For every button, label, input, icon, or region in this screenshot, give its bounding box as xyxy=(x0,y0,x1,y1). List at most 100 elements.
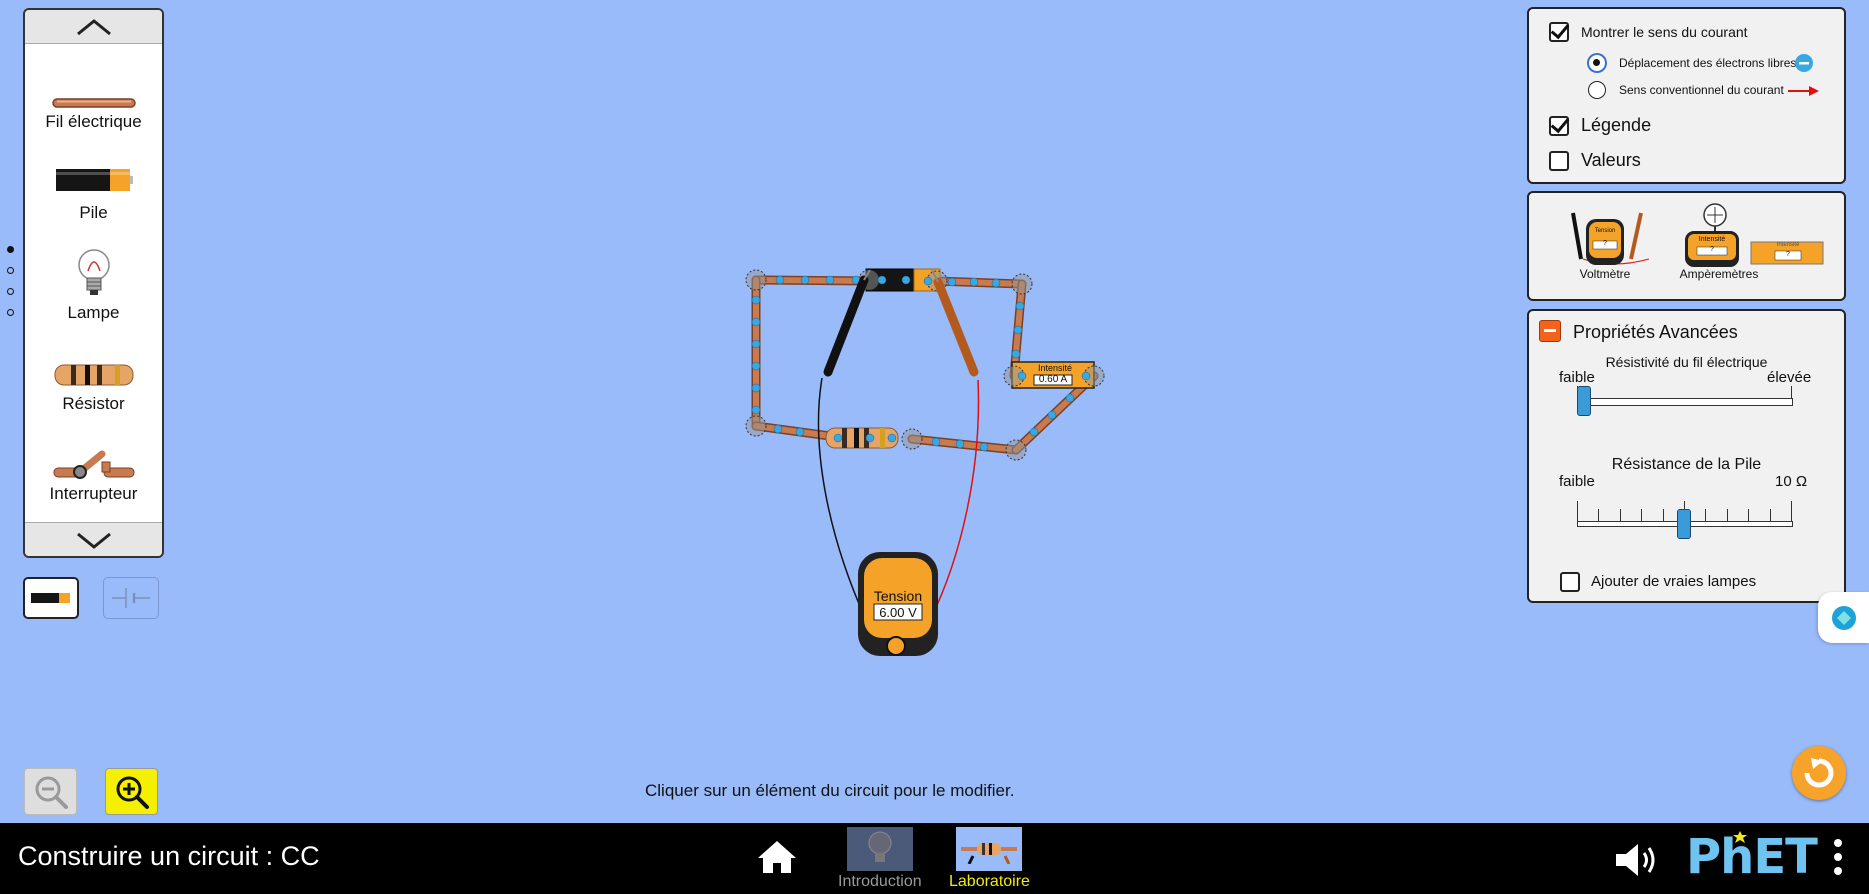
chevron-down-icon xyxy=(76,532,111,549)
resistor-icon xyxy=(54,364,133,386)
lightbulb-icon xyxy=(868,831,892,862)
ammeter-icon-value: ? xyxy=(1710,246,1714,253)
meters-panel: Tension ? Voltmètre Intensité ? Intensit… xyxy=(1527,191,1846,301)
slider-tick xyxy=(1791,386,1792,398)
battery-icon xyxy=(55,169,133,191)
toolbox-item-label: Résistor xyxy=(62,394,125,413)
toolbox-item-wire[interactable]: Fil électrique xyxy=(25,96,162,132)
toolbox-item-resistor[interactable]: Résistor xyxy=(25,362,162,414)
toolbox-item-switch[interactable]: Interrupteur xyxy=(25,446,162,504)
status-text: Cliquer sur un élément du circuit pour l… xyxy=(645,781,1015,800)
voltmeter-device[interactable] xyxy=(858,552,938,656)
lifelike-view-button[interactable] xyxy=(23,577,79,619)
battery-resistance-min-label: faible xyxy=(1559,473,1595,490)
chevron-up-icon xyxy=(76,18,111,35)
sim-title: Construire un circuit : CC xyxy=(18,841,320,871)
slider-thumb[interactable] xyxy=(1677,509,1691,539)
slider-tick xyxy=(1619,509,1621,521)
toolbox-item-label: Interrupteur xyxy=(49,484,138,503)
arrow-right-icon xyxy=(1788,86,1819,96)
electrons-label: Déplacement des électrons libres xyxy=(1619,56,1797,70)
zoom-out-button[interactable] xyxy=(24,768,77,815)
voltmeter-icon-value: ? xyxy=(1603,240,1607,247)
toolbox-page-dot[interactable] xyxy=(7,267,14,274)
options-menu-button[interactable] xyxy=(1833,837,1843,882)
battery-symbol-icon xyxy=(112,588,150,608)
reset-all-button[interactable] xyxy=(1792,746,1846,800)
ammeter-icon-text: Intensité xyxy=(1698,236,1726,243)
voltmeter-reading: 6.00 V xyxy=(879,605,917,620)
zoom-in-icon xyxy=(116,776,149,809)
battery-resistance-slider[interactable] xyxy=(1577,501,1793,539)
electron-icon xyxy=(1795,54,1813,72)
ammeter-probe-icon-text: Intensité xyxy=(1776,242,1800,248)
circuit-battery[interactable] xyxy=(865,268,941,292)
slider-tick xyxy=(1769,509,1771,521)
labels-label: Légende xyxy=(1581,115,1652,135)
slider-tick xyxy=(1598,509,1600,521)
screen-label: Introduction xyxy=(838,873,922,890)
voltmeter-icon xyxy=(1571,212,1650,265)
screen-laboratoire-button[interactable]: Laboratoire xyxy=(949,827,1030,891)
lightbulb-icon xyxy=(77,249,110,295)
ammeter-label: Intensité xyxy=(1038,363,1073,373)
slider-track xyxy=(1577,398,1793,406)
slider-tick xyxy=(1662,509,1664,521)
phet-brand-text: PhET xyxy=(1686,829,1818,885)
toolbox-scroll-down-button[interactable] xyxy=(25,522,162,556)
conventional-current-radio[interactable] xyxy=(1588,81,1606,99)
show-current-checkbox[interactable] xyxy=(1549,22,1569,42)
toolbox-page-dot[interactable] xyxy=(7,309,14,316)
component-toolbox: Fil électrique Pile Lampe Résistor Inter… xyxy=(23,8,164,558)
side-panel-tab[interactable] xyxy=(1818,592,1869,643)
zoom-out-icon xyxy=(35,776,68,809)
screen-label: Laboratoire xyxy=(949,873,1030,890)
home-icon xyxy=(758,841,796,873)
kebab-menu-icon xyxy=(1834,839,1842,875)
home-button[interactable] xyxy=(756,839,798,880)
slider-tick xyxy=(1726,509,1728,521)
circuit-resistor[interactable] xyxy=(825,427,899,449)
resistor-icon xyxy=(961,843,1018,864)
slider-thumb[interactable] xyxy=(1577,386,1591,416)
advanced-panel-title: Propriétés Avancées xyxy=(1573,322,1738,342)
toolbox-item-label: Pile xyxy=(79,203,108,222)
zoom-in-button[interactable] xyxy=(105,768,158,815)
screen-introduction-button[interactable]: Introduction xyxy=(838,827,922,891)
phet-logo[interactable]: PhET xyxy=(1686,829,1818,887)
toolbox-page-dot[interactable] xyxy=(7,288,14,295)
toolbox-item-label: Lampe xyxy=(67,303,120,322)
switch-icon xyxy=(53,450,134,479)
values-checkbox[interactable] xyxy=(1549,151,1569,171)
toolbox-scroll-up-button[interactable] xyxy=(25,10,162,44)
laboratoire-thumbnail xyxy=(956,827,1023,871)
battery-resistance-label: Résistance de la Pile xyxy=(1611,456,1762,473)
slider-tick xyxy=(1577,501,1578,521)
ammeters-tool-label: Ampèremètres xyxy=(1679,267,1759,281)
voltmeter-icon-text: Tension xyxy=(1594,228,1616,234)
conventional-current-label: Sens conventionnel du courant xyxy=(1619,83,1784,97)
values-label: Valeurs xyxy=(1581,150,1641,170)
voltmeter-red-probe[interactable] xyxy=(931,269,979,377)
ammeter-icon xyxy=(1685,203,1824,267)
sound-toggle-button[interactable] xyxy=(1614,841,1662,884)
collapse-button[interactable] xyxy=(1539,320,1561,342)
voltmeter-label: Tension xyxy=(873,588,923,604)
real-bulbs-checkbox[interactable] xyxy=(1560,572,1580,592)
battery-icon xyxy=(31,593,70,603)
speaker-icon xyxy=(1616,844,1655,876)
voltmeter-black-probe[interactable] xyxy=(823,269,871,377)
ammeters-tool[interactable]: Intensité ? Intensité ? Ampèremètres xyxy=(1679,201,1829,283)
toolbox-page-dot[interactable] xyxy=(7,246,14,253)
toolbox-item-battery[interactable]: Pile xyxy=(25,165,162,223)
schematic-view-button[interactable] xyxy=(103,577,159,619)
voltmeter-tool[interactable]: Tension ? Voltmètre xyxy=(1553,201,1657,283)
wire-resistivity-label: Résistivité du fil électrique xyxy=(1605,354,1768,370)
wire-resistivity-slider[interactable] xyxy=(1577,384,1793,422)
labels-checkbox[interactable] xyxy=(1549,116,1569,136)
minus-icon xyxy=(1544,329,1556,332)
electrons-radio[interactable] xyxy=(1588,54,1606,72)
toolbox-item-lightbulb[interactable]: Lampe xyxy=(25,247,162,323)
ammeter-probe-icon-value: ? xyxy=(1786,251,1790,258)
toolbox-item-label: Fil électrique xyxy=(45,112,142,131)
